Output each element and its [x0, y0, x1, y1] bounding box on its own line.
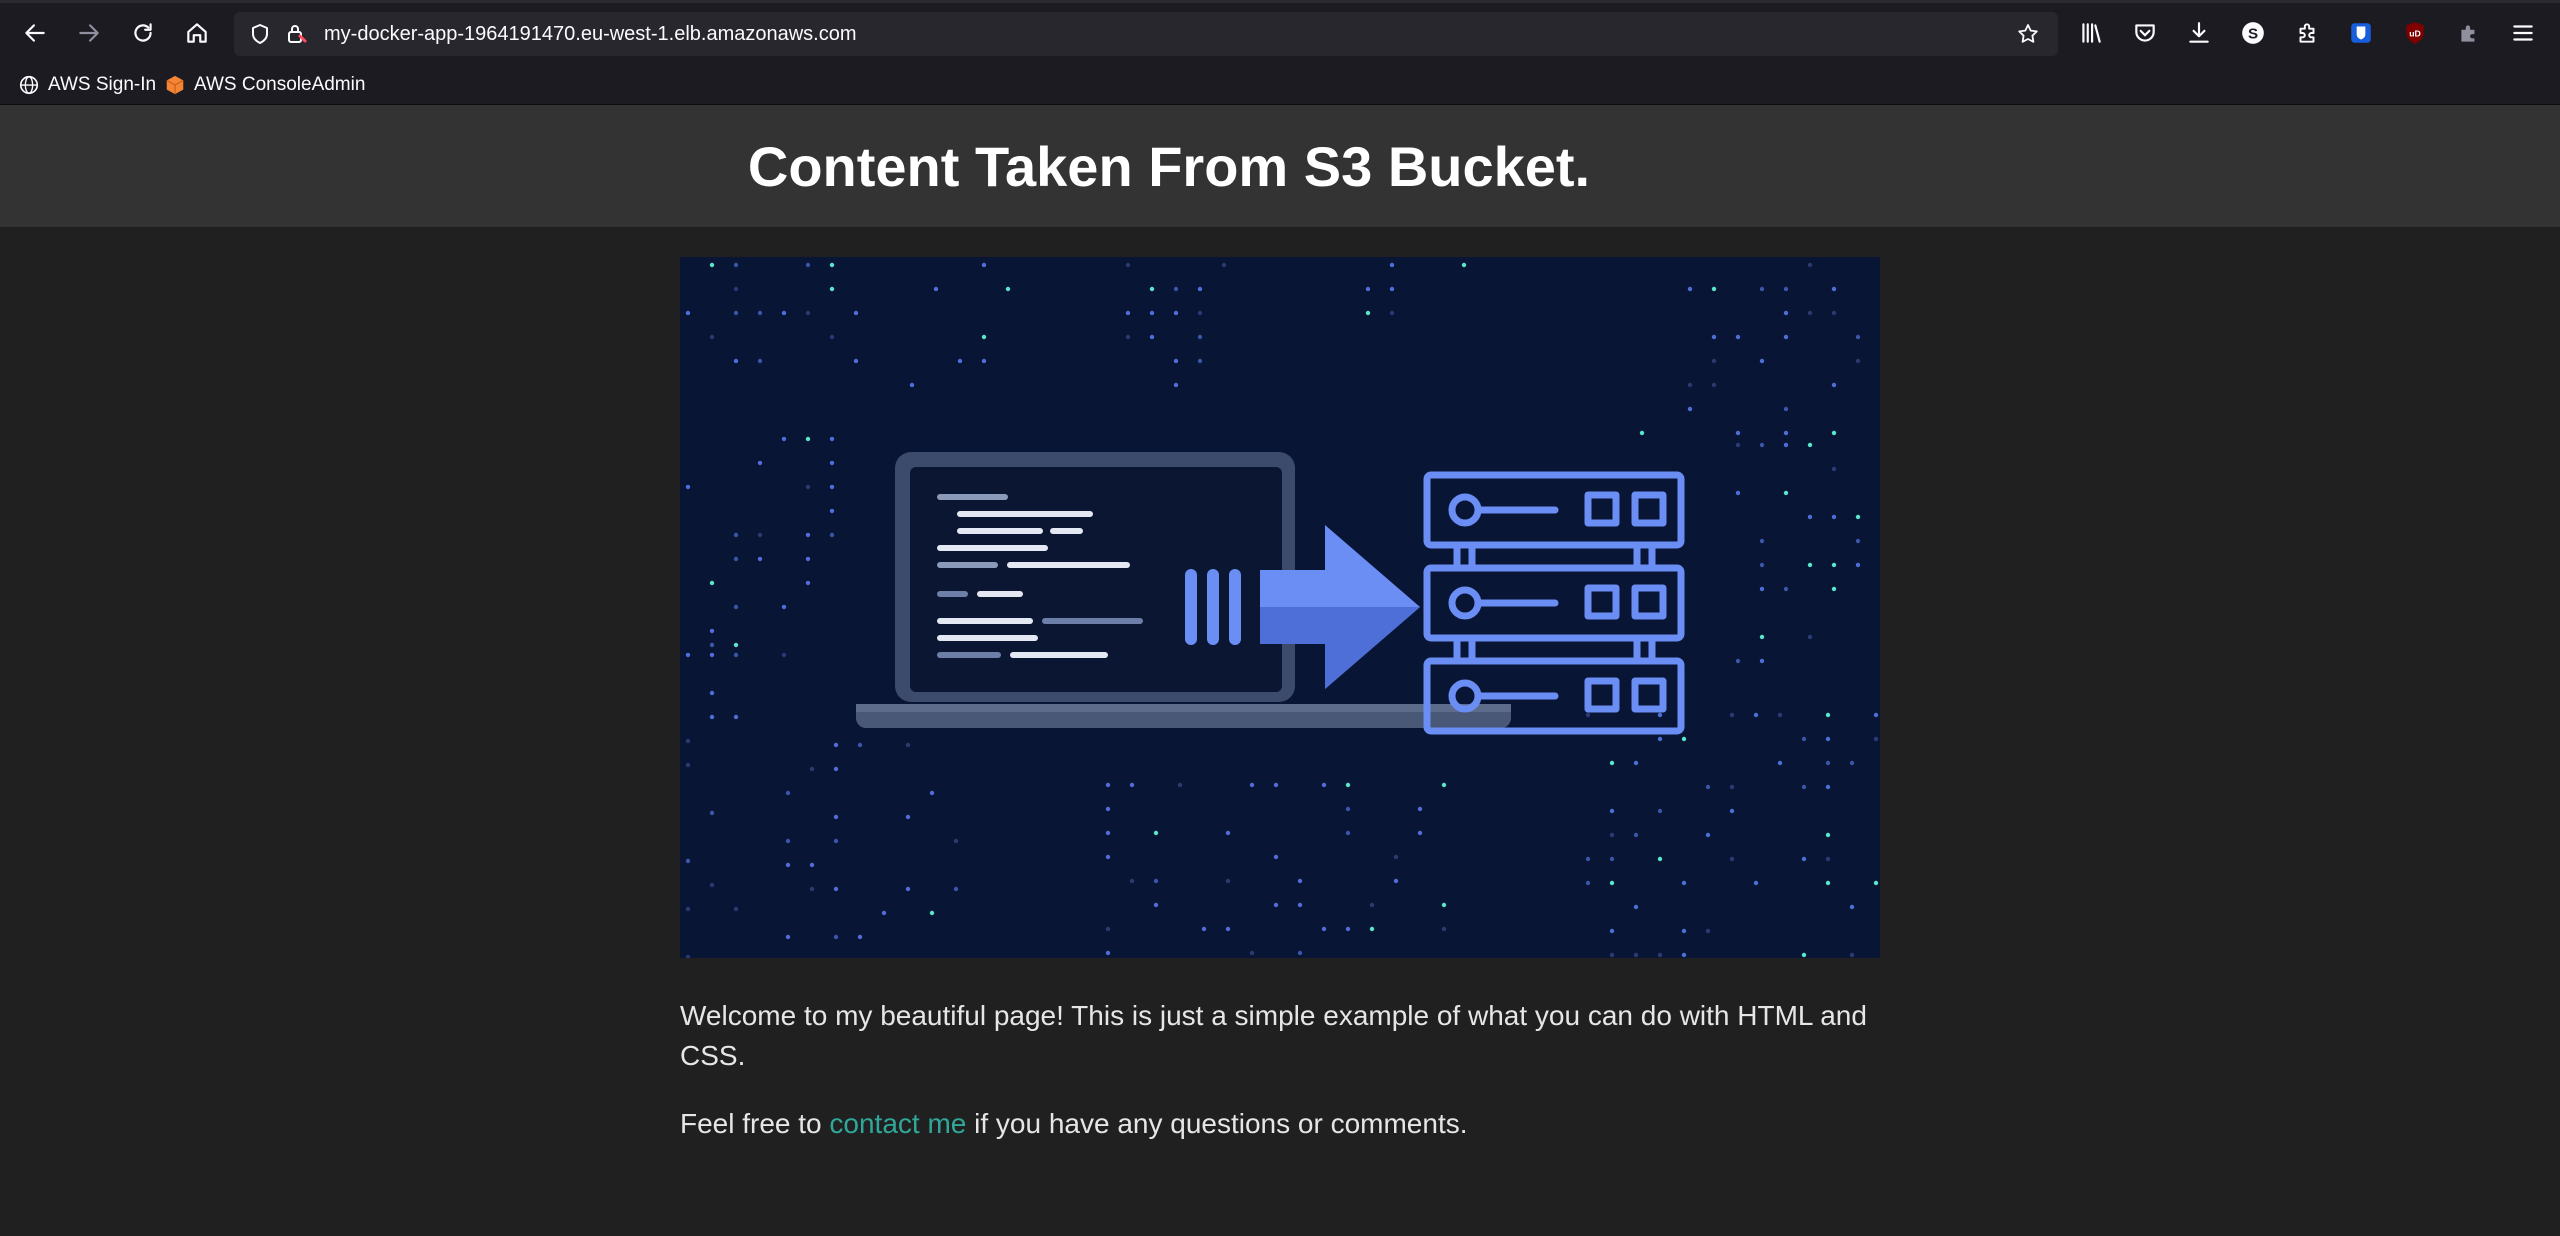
reload-button[interactable] — [124, 14, 162, 52]
svg-text:S: S — [2248, 25, 2258, 42]
extensions-button[interactable] — [2288, 14, 2326, 52]
shield-icon — [252, 24, 268, 44]
page-title: Content Taken From S3 Bucket. — [747, 134, 1591, 198]
tracking-protection-button[interactable] — [246, 20, 274, 48]
reload-icon — [134, 23, 152, 42]
home-button[interactable] — [178, 14, 216, 52]
aws-cube-icon — [166, 75, 184, 95]
lock-warning-icon — [288, 25, 307, 43]
browser-toolbar: my-docker-app-1964191470.eu-west-1.elb.a… — [0, 0, 2560, 66]
back-icon — [25, 24, 45, 42]
bookmark-label: AWS Sign-In — [48, 74, 157, 95]
puzzle-extension-button[interactable] — [2450, 14, 2488, 52]
bookmark-label: AWS ConsoleAdmin — [194, 74, 366, 95]
downloads-button[interactable] — [2180, 14, 2218, 52]
bitwarden-button[interactable] — [2342, 14, 2380, 52]
globe-icon — [19, 75, 39, 95]
ublock-button[interactable]: uD — [2396, 14, 2434, 52]
library-icon — [2082, 23, 2101, 43]
bookmark-star-button[interactable] — [2014, 20, 2042, 48]
bookmarks-toolbar: AWS Sign-In AWS ConsoleAdmin — [0, 66, 2560, 105]
contact-text-after: if you have any questions or comments. — [966, 1108, 1468, 1139]
star-icon — [2018, 24, 2038, 43]
home-icon — [187, 23, 207, 43]
menu-icon — [2513, 25, 2533, 41]
download-icon — [2189, 22, 2209, 43]
forward-button[interactable] — [70, 14, 108, 52]
library-button[interactable] — [2072, 14, 2110, 52]
contact-link[interactable]: contact me — [829, 1108, 966, 1139]
content-text: Welcome to my beautiful page! This is ju… — [680, 996, 1880, 1172]
ublock-icon: uD — [2406, 22, 2424, 44]
bookmark-aws-sign-in[interactable]: AWS Sign-In — [18, 70, 156, 100]
puzzle-icon — [2461, 25, 2475, 42]
extensions-icon — [2299, 23, 2315, 43]
laptop-icon — [856, 452, 1511, 728]
app-menu-button[interactable] — [2504, 14, 2542, 52]
contact-text-before: Feel free to — [680, 1108, 830, 1139]
url-text[interactable]: my-docker-app-1964191470.eu-west-1.elb.a… — [324, 23, 857, 46]
hero-image — [680, 257, 1880, 958]
pocket-icon — [2135, 24, 2155, 42]
account-icon: S — [2242, 22, 2264, 44]
svg-text:uD: uD — [2409, 28, 2421, 38]
laptop-to-server-illustration — [685, 262, 1879, 958]
tab-strip-edge — [0, 0, 2560, 3]
bookmark-aws-consoleadmin[interactable]: AWS ConsoleAdmin — [164, 70, 365, 100]
bitwarden-icon — [2351, 23, 2371, 43]
server-rack-icon — [1423, 471, 1685, 735]
page-header: Content Taken From S3 Bucket. — [0, 105, 2560, 227]
forward-icon — [79, 24, 99, 42]
address-bar[interactable]: my-docker-app-1964191470.eu-west-1.elb.a… — [234, 12, 2058, 56]
welcome-paragraph: Welcome to my beautiful page! This is ju… — [680, 1000, 1867, 1071]
contact-paragraph: Feel free to contact me if you have any … — [680, 1104, 1880, 1144]
account-button[interactable]: S — [2234, 14, 2272, 52]
site-security-button[interactable] — [282, 20, 310, 48]
pocket-button[interactable] — [2126, 14, 2164, 52]
back-button[interactable] — [16, 14, 54, 52]
